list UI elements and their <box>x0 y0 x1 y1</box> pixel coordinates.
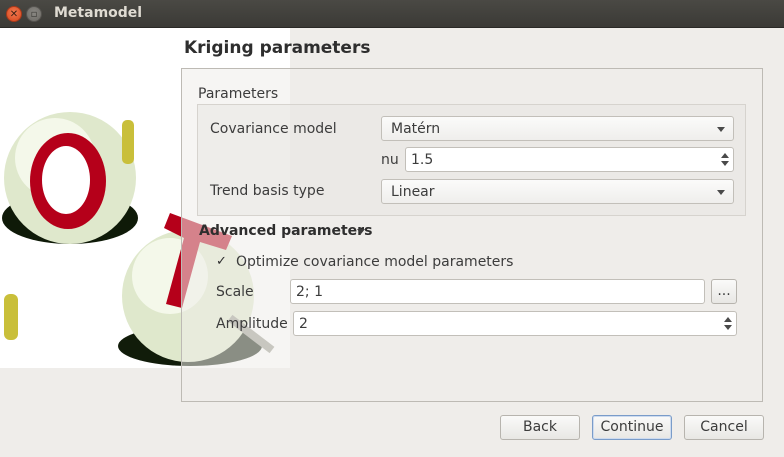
spin-up-icon[interactable] <box>724 317 732 322</box>
scale-label: Scale <box>216 284 254 300</box>
maximize-icon[interactable]: ▫ <box>26 6 42 22</box>
window-title: Metamodel <box>54 5 143 21</box>
continue-button[interactable]: Continue <box>592 415 672 440</box>
nu-label: nu <box>381 152 399 168</box>
covariance-model-select[interactable]: Matérn <box>381 116 734 141</box>
optimize-checkbox[interactable]: ✓ <box>216 255 230 269</box>
back-button[interactable]: Back <box>500 415 580 440</box>
spin-down-icon[interactable] <box>724 325 732 330</box>
amplitude-spinbox[interactable]: 2 <box>293 311 737 336</box>
nu-value: 1.5 <box>411 152 434 168</box>
cancel-button[interactable]: Cancel <box>684 415 764 440</box>
trend-basis-label: Trend basis type <box>210 183 325 199</box>
trend-basis-value: Linear <box>391 184 435 200</box>
amplitude-value: 2 <box>299 316 308 332</box>
spin-down-icon[interactable] <box>721 161 729 166</box>
page-title: Kriging parameters <box>184 38 371 58</box>
close-icon[interactable]: ✕ <box>6 6 22 22</box>
chevron-down-icon <box>717 127 725 132</box>
window-titlebar: ✕ ▫ Metamodel <box>0 0 784 28</box>
scale-field[interactable]: 2; 1 <box>290 279 705 304</box>
scale-value: 2; 1 <box>296 284 323 300</box>
covariance-model-value: Matérn <box>391 121 441 137</box>
trend-basis-select[interactable]: Linear <box>381 179 734 204</box>
scale-browse-button[interactable]: ... <box>711 279 737 304</box>
expand-arrow-icon[interactable] <box>357 229 365 234</box>
covariance-model-label: Covariance model <box>210 121 337 137</box>
optimize-label[interactable]: Optimize covariance model parameters <box>236 254 513 270</box>
advanced-parameters-toggle[interactable]: Advanced parameters <box>199 223 372 239</box>
nu-spinbox[interactable]: 1.5 <box>405 147 734 172</box>
spin-up-icon[interactable] <box>721 153 729 158</box>
amplitude-label: Amplitude <box>216 316 288 332</box>
parameters-group-title: Parameters <box>198 86 279 102</box>
chevron-down-icon <box>717 190 725 195</box>
